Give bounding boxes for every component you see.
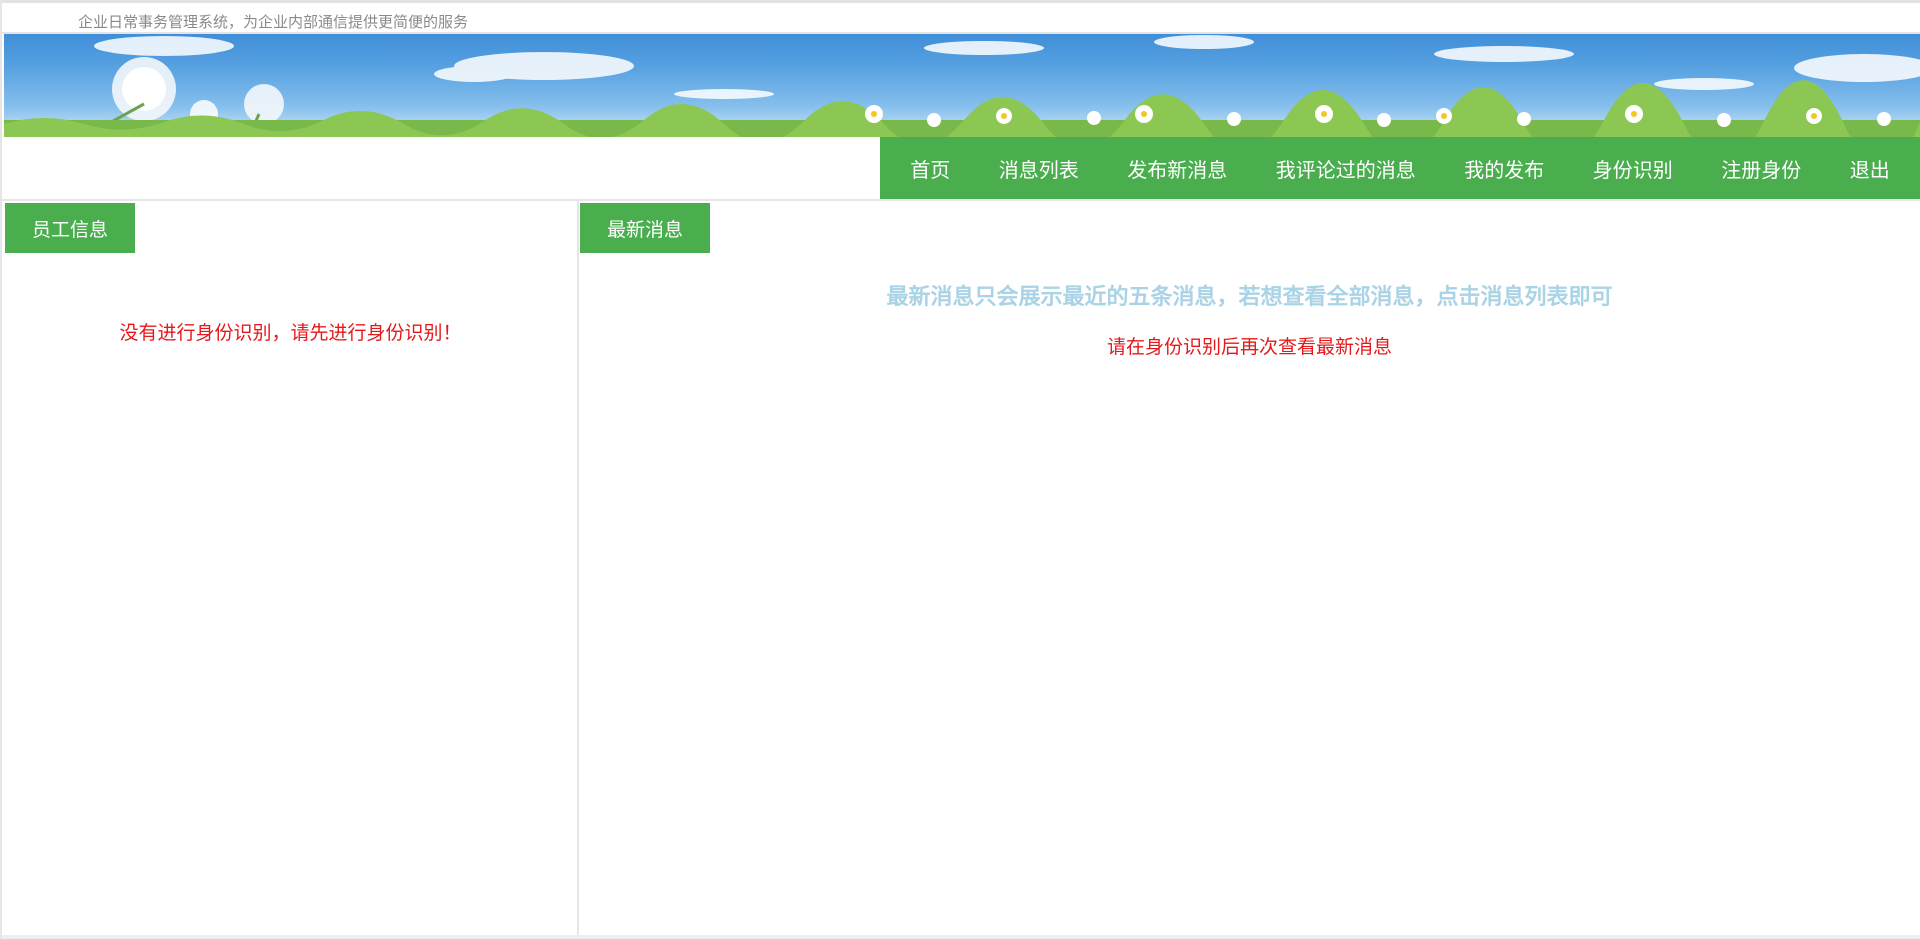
nav-logout-link[interactable]: 退出 — [1846, 154, 1894, 183]
nav-publish-message-link[interactable]: 发布新消息 — [1123, 154, 1231, 183]
identity-required-message: 请在身份识别后再次查看最新消息 — [1106, 336, 1392, 358]
top-bar: 企业日常事务管理系统，为企业内部通信提供更简便的服务 — [2, 3, 1920, 34]
site-tagline: 企业日常事务管理系统，为企业内部通信提供更简便的服务 — [78, 13, 469, 31]
employee-info-tab: 员工信息 — [5, 203, 135, 253]
nav-register-identity-link[interactable]: 注册身份 — [1717, 154, 1805, 183]
latest-messages-notice: 最新消息只会展示最近的五条消息，若想查看全部消息，点击消息列表即可 — [886, 285, 1613, 310]
nav-commented-messages-link[interactable]: 我评论过的消息 — [1272, 154, 1420, 183]
nav-my-posts-link[interactable]: 我的发布 — [1460, 154, 1548, 183]
bottom-border — [2, 935, 1920, 939]
nav-identity-recognition-link[interactable]: 身份识别 — [1589, 154, 1677, 183]
employee-info-panel: 员工信息 没有进行身份识别，请先进行身份识别！ — [4, 201, 579, 935]
identity-required-warning: 没有进行身份识别，请先进行身份识别！ — [119, 322, 462, 344]
nav-home-link[interactable]: 首页 — [906, 154, 954, 183]
page: 企业日常事务管理系统，为企业内部通信提供更简便的服务 首页 消息列表 发布新消息… — [0, 0, 1920, 939]
header-banner-image — [4, 34, 1920, 137]
main-nav: 首页 消息列表 发布新消息 我评论过的消息 我的发布 身份识别 注册身份 退出 — [880, 137, 1920, 199]
banner-scenery — [4, 35, 1920, 137]
latest-messages-tab: 最新消息 — [580, 203, 710, 253]
latest-messages-panel: 最新消息 最新消息只会展示最近的五条消息，若想查看全部消息，点击消息列表即可 请… — [579, 201, 1920, 935]
nav-message-list-link[interactable]: 消息列表 — [995, 154, 1083, 183]
